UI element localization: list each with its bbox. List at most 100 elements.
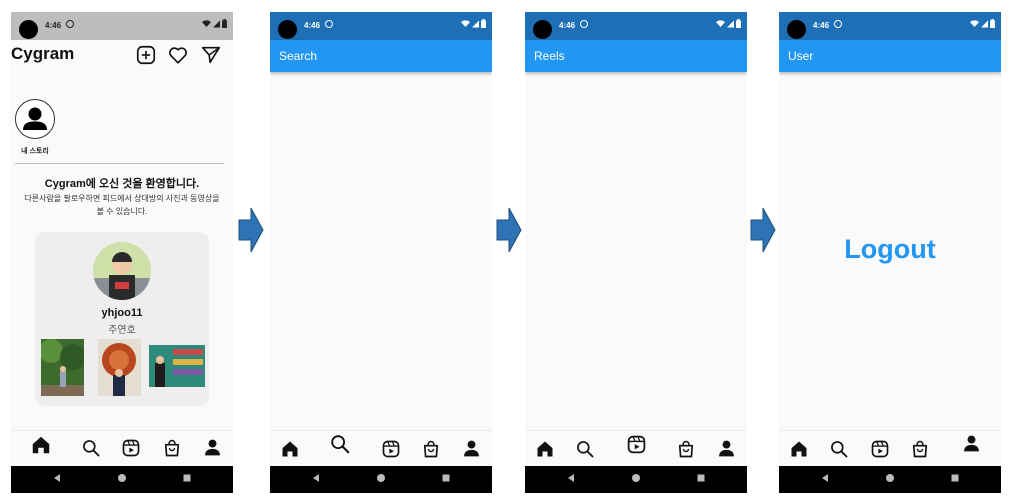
reels-icon	[870, 439, 890, 459]
post-thumbnail[interactable]	[149, 345, 205, 387]
nav-shop[interactable]	[675, 438, 697, 460]
search-screen: 4:46 Search	[270, 12, 492, 493]
signal-icon	[213, 20, 220, 28]
battery-icon	[222, 19, 227, 28]
nav-shop[interactable]	[420, 438, 442, 460]
system-navigation-bar	[270, 466, 492, 493]
signal-icon	[981, 20, 988, 28]
user-screen: 4:46 User Logout	[779, 12, 1001, 493]
nav-home[interactable]	[534, 438, 556, 460]
app-logo-title: Cygram	[11, 44, 75, 63]
wifi-icon	[716, 20, 725, 28]
nav-profile[interactable]	[460, 437, 482, 459]
system-icons	[716, 19, 741, 30]
app-bar-title: Reels	[534, 49, 565, 63]
home-icon	[789, 439, 809, 459]
bottom-navigation	[525, 430, 747, 467]
nav-shop[interactable]	[909, 438, 931, 460]
suggested-user-avatar[interactable]	[93, 242, 151, 300]
system-icons	[202, 19, 227, 30]
nav-search[interactable]	[828, 438, 850, 460]
camera-cutout	[278, 20, 297, 39]
nav-home[interactable]	[788, 438, 810, 460]
description-line: 다른사람을 팔로우하면 피드에서 상대방의 사진과 동영상을	[24, 194, 220, 203]
nav-home[interactable]	[279, 438, 301, 460]
nav-profile[interactable]	[201, 436, 223, 458]
system-icons	[461, 19, 486, 30]
suggested-username: yhjoo11	[101, 307, 143, 319]
camera-cutout	[19, 20, 38, 39]
home-button-icon[interactable]	[376, 473, 386, 483]
home-screen: 4:46 Cygram 내 스토리 Cygram에 오신 것을 환영합니다. 다…	[11, 12, 233, 493]
status-time: 4:46	[45, 21, 62, 30]
status-bar: 4:46	[11, 12, 233, 40]
profile-icon	[716, 438, 737, 459]
back-icon[interactable]	[52, 473, 62, 483]
direct-message-icon[interactable]	[200, 44, 222, 66]
camera-cutout	[533, 20, 552, 39]
post-photo-round-sign	[98, 339, 141, 396]
nav-reels[interactable]	[380, 438, 402, 460]
system-navigation-bar	[525, 466, 747, 493]
status-bar: 4:46	[779, 12, 1001, 40]
signal-icon	[727, 20, 734, 28]
recents-icon[interactable]	[950, 473, 960, 483]
flow-arrow-icon	[238, 206, 264, 254]
back-icon[interactable]	[820, 473, 830, 483]
nav-search[interactable]	[574, 438, 596, 460]
welcome-description: 다른사람을 팔로우하면 피드에서 상대방의 사진과 동영상을 볼 수 있습니다.	[16, 192, 228, 218]
nav-reels[interactable]	[625, 433, 647, 455]
nav-search[interactable]	[329, 433, 351, 455]
nav-shop[interactable]	[161, 437, 183, 459]
search-icon	[81, 438, 101, 458]
my-story-avatar[interactable]	[15, 99, 55, 139]
flow-arrow-icon	[750, 206, 776, 254]
recents-icon[interactable]	[182, 473, 192, 483]
system-navigation-bar	[11, 466, 233, 493]
reels-icon	[121, 438, 141, 458]
status-time: 4:46	[559, 21, 576, 30]
back-icon[interactable]	[566, 473, 576, 483]
suggested-user-card[interactable]: yhjoo11 주연호	[35, 232, 209, 406]
profile-photo	[93, 242, 151, 300]
nav-reels[interactable]	[120, 437, 142, 459]
home-button-icon[interactable]	[117, 473, 127, 483]
back-icon[interactable]	[311, 473, 321, 483]
home-button-icon[interactable]	[631, 473, 641, 483]
divider	[15, 163, 224, 164]
description-line: 볼 수 있습니다.	[96, 207, 148, 216]
wifi-icon	[461, 20, 470, 28]
search-icon	[575, 439, 595, 459]
wifi-icon	[970, 20, 979, 28]
camera-cutout	[787, 20, 806, 39]
profile-icon	[961, 433, 982, 454]
wifi-icon	[202, 20, 211, 28]
shop-icon	[421, 439, 441, 459]
app-notification-icon	[834, 20, 842, 28]
nav-search[interactable]	[80, 437, 102, 459]
home-icon	[280, 439, 300, 459]
post-thumbnail[interactable]	[98, 339, 141, 396]
recents-icon[interactable]	[441, 473, 451, 483]
bottom-navigation	[270, 430, 492, 467]
status-bar: 4:46	[270, 12, 492, 40]
home-icon	[30, 434, 52, 456]
add-post-icon[interactable]	[135, 44, 157, 66]
search-icon	[329, 433, 351, 455]
nav-profile[interactable]	[960, 432, 982, 454]
reels-screen: 4:46 Reels	[525, 12, 747, 493]
system-icons	[970, 19, 995, 30]
recents-icon[interactable]	[696, 473, 706, 483]
nav-profile[interactable]	[715, 437, 737, 459]
bottom-navigation	[11, 430, 233, 467]
reels-icon	[381, 439, 401, 459]
heart-icon[interactable]	[167, 44, 189, 66]
shop-icon	[676, 439, 696, 459]
home-button-icon[interactable]	[885, 473, 895, 483]
logout-button[interactable]: Logout	[779, 234, 1001, 265]
profile-icon	[202, 437, 223, 458]
welcome-heading: Cygram에 오신 것을 환영합니다.	[44, 178, 200, 190]
nav-home[interactable]	[30, 434, 52, 456]
post-thumbnail[interactable]	[41, 339, 84, 396]
nav-reels[interactable]	[869, 438, 891, 460]
